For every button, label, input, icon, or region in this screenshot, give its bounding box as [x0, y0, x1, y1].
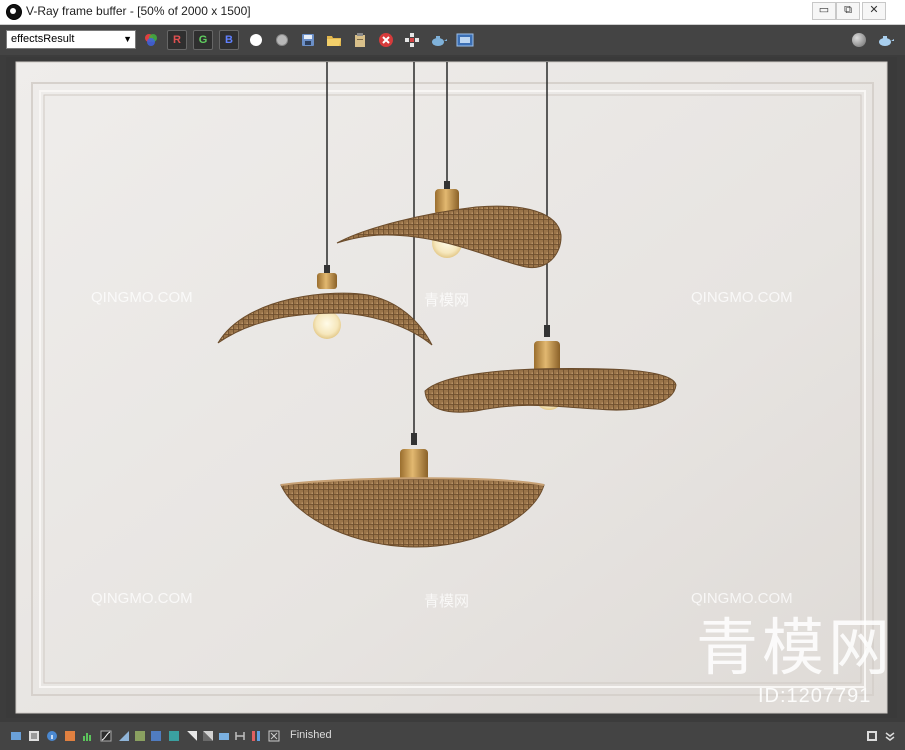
dropdown-arrow-icon: ▼	[123, 34, 132, 44]
toolbar: effectsResult ▼ R G B	[0, 25, 905, 55]
color-channels-icon[interactable]	[141, 30, 161, 50]
expand-panel-icon[interactable]	[866, 730, 878, 742]
srgb-icon[interactable]	[150, 730, 162, 742]
watermark-chinese-1: 青模网	[424, 292, 470, 309]
render-status-text: Finished	[290, 729, 332, 741]
save-image-icon[interactable]	[298, 30, 318, 50]
vfb-history-icon[interactable]	[455, 30, 475, 50]
watermark-latin-3: QINGMO.COM	[91, 590, 193, 607]
exposure-icon[interactable]	[118, 730, 130, 742]
region-icon[interactable]	[218, 730, 230, 742]
sphere-shape	[852, 33, 866, 47]
info-icon[interactable]	[46, 730, 58, 742]
title-bar: V-Ray frame buffer - [50% of 2000 x 1500…	[0, 0, 905, 25]
pixel-aspect-icon[interactable]	[186, 730, 198, 742]
minimize-button[interactable]: ▭	[812, 2, 836, 20]
settings-sphere-icon[interactable]	[849, 30, 869, 50]
horizontal-split-icon[interactable]	[234, 730, 246, 742]
watermark-chinese-2: 青模网	[424, 593, 470, 610]
render-teapot-icon[interactable]	[428, 30, 448, 50]
gray-circle-icon	[276, 34, 288, 46]
clipboard-icon[interactable]	[350, 30, 370, 50]
watermark-chinese-large: 青模网	[696, 614, 895, 683]
toggle-panel-icon[interactable]	[10, 730, 22, 742]
watermark-latin-2: QINGMO.COM	[691, 289, 793, 306]
watermark-latin-1: QINGMO.COM	[91, 289, 193, 306]
color-correction-icon[interactable]	[64, 730, 76, 742]
window-title: V-Ray frame buffer - [50% of 2000 x 1500…	[26, 4, 251, 18]
ocio-icon[interactable]	[168, 730, 180, 742]
close-button[interactable]: ✕	[862, 2, 886, 20]
chevron-down-icon[interactable]	[884, 730, 896, 742]
track-mouse-icon[interactable]	[402, 30, 422, 50]
blue-channel-button[interactable]: B	[219, 30, 239, 50]
render-viewport[interactable]: QINGMO.COM QINGMO.COM QINGMO.COM QINGMO.…	[6, 57, 897, 718]
vray-logo-icon	[6, 4, 22, 20]
channel-select-value: effectsResult	[11, 33, 75, 45]
white-circle-icon	[250, 34, 262, 46]
load-image-icon[interactable]	[324, 30, 344, 50]
clear-image-icon[interactable]	[376, 30, 396, 50]
render-region-teapot-icon[interactable]	[875, 30, 895, 50]
curves-icon[interactable]	[100, 730, 112, 742]
green-channel-button[interactable]: G	[193, 30, 213, 50]
stereo-icon[interactable]	[202, 730, 214, 742]
log-icon[interactable]	[28, 730, 40, 742]
close-panel-icon[interactable]	[268, 730, 280, 742]
red-channel-button[interactable]: R	[167, 30, 187, 50]
restore-button[interactable]: ⧉	[836, 2, 860, 20]
mono-mode-button[interactable]	[272, 30, 292, 50]
render-channel-select[interactable]: effectsResult ▼	[6, 30, 136, 49]
watermark-id: ID:1207791	[758, 685, 872, 707]
vertical-split-icon[interactable]	[250, 730, 262, 742]
levels-icon[interactable]	[82, 730, 94, 742]
lut-icon[interactable]	[134, 730, 146, 742]
status-bar: Finished	[0, 722, 905, 750]
alpha-channel-button[interactable]	[246, 30, 266, 50]
